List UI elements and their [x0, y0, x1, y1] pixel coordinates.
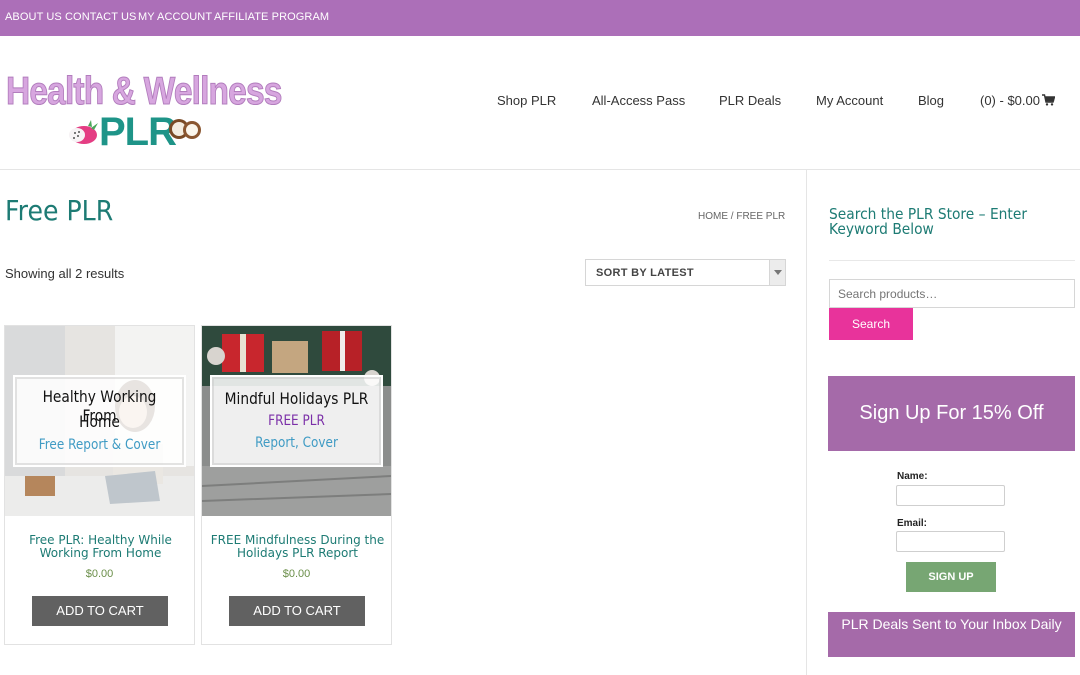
- signup-heading: Sign Up For 15% Off: [828, 376, 1075, 451]
- logo-wordmark-bottom: PLR: [99, 110, 177, 154]
- chevron-down-icon[interactable]: [769, 260, 785, 285]
- site-header: Health & Wellness PLR Shop PLR All-Acces…: [0, 36, 1080, 170]
- sidebar-divider: [806, 170, 807, 675]
- results-count: Showing all 2 results: [5, 266, 125, 281]
- email-label: Email:: [897, 518, 928, 529]
- nav-cart-total[interactable]: (0) - $0.00: [980, 93, 1040, 108]
- sort-selected-value: SORT BY LATEST: [596, 267, 694, 279]
- sign-up-button[interactable]: SIGN UP: [906, 562, 996, 592]
- nav-blog[interactable]: Blog: [918, 93, 944, 108]
- top-utility-bar: ABOUT US CONTACT US MY ACCOUNT AFFILIATE…: [0, 0, 1080, 36]
- search-widget-title: Search the PLR Store – Enter Keyword Bel…: [829, 205, 1028, 238]
- contact-us-link[interactable]: CONTACT US: [65, 11, 137, 23]
- nav-plr-deals[interactable]: PLR Deals: [719, 93, 781, 108]
- product-name-link[interactable]: Free PLR: Healthy While Working From Hom…: [9, 534, 192, 560]
- affiliate-program-link[interactable]: AFFILIATE PROGRAM: [214, 11, 329, 23]
- name-label: Name:: [897, 471, 928, 482]
- nav-shop-plr[interactable]: Shop PLR: [497, 93, 556, 108]
- product-price: $0.00: [85, 568, 114, 580]
- product-thumbnail[interactable]: Mindful Holidays PLR FREE PLR Report, Co…: [202, 326, 391, 516]
- name-field[interactable]: [896, 485, 1005, 506]
- thumbnail-title-overlay: Healthy Working From Home Free Report & …: [13, 375, 186, 467]
- add-to-cart-button[interactable]: ADD TO CART: [32, 596, 168, 626]
- product-card: Mindful Holidays PLR FREE PLR Report, Co…: [201, 325, 392, 645]
- product-thumbnail[interactable]: Healthy Working From Home Free Report & …: [5, 326, 194, 516]
- sort-select[interactable]: SORT BY LATEST: [585, 259, 786, 286]
- shopping-cart-icon[interactable]: [1042, 94, 1055, 106]
- add-to-cart-button[interactable]: ADD TO CART: [229, 596, 365, 626]
- plr-deals-banner: PLR Deals Sent to Your Inbox Daily: [828, 612, 1075, 657]
- coconut-icon: [169, 119, 201, 139]
- nav-my-account[interactable]: My Account: [816, 93, 883, 108]
- breadcrumb: HOME / FREE PLR: [698, 211, 785, 222]
- search-input[interactable]: [829, 279, 1075, 308]
- my-account-top-link[interactable]: MY ACCOUNT: [138, 11, 212, 23]
- product-card: Healthy Working From Home Free Report & …: [4, 325, 195, 645]
- thumbnail-title-line2: FREE PLR: [268, 413, 325, 429]
- breadcrumb-current: FREE PLR: [736, 211, 786, 222]
- about-us-link[interactable]: ABOUT US: [5, 11, 62, 23]
- thumbnail-title-line1: Mindful Holidays PLR: [224, 389, 369, 408]
- thumbnail-subtitle: Free Report & Cover: [38, 437, 161, 453]
- widget-divider: [829, 260, 1075, 261]
- search-button[interactable]: Search: [829, 308, 913, 340]
- thumbnail-title-overlay: Mindful Holidays PLR FREE PLR Report, Co…: [210, 375, 383, 467]
- thumbnail-title-line2: Home: [79, 412, 120, 431]
- product-name-link[interactable]: FREE Mindfulness During the Holidays PLR…: [206, 534, 389, 560]
- page-title: Free PLR: [5, 194, 114, 227]
- thumbnail-subtitle: Report, Cover: [255, 435, 338, 451]
- product-price: $0.00: [282, 568, 311, 580]
- dragonfruit-icon: [69, 120, 98, 144]
- nav-all-access-pass[interactable]: All-Access Pass: [592, 93, 685, 108]
- email-field[interactable]: [896, 531, 1005, 552]
- site-logo[interactable]: Health & Wellness PLR: [6, 70, 283, 155]
- breadcrumb-home[interactable]: HOME: [698, 211, 728, 222]
- logo-wordmark-top: Health & Wellness: [6, 70, 283, 114]
